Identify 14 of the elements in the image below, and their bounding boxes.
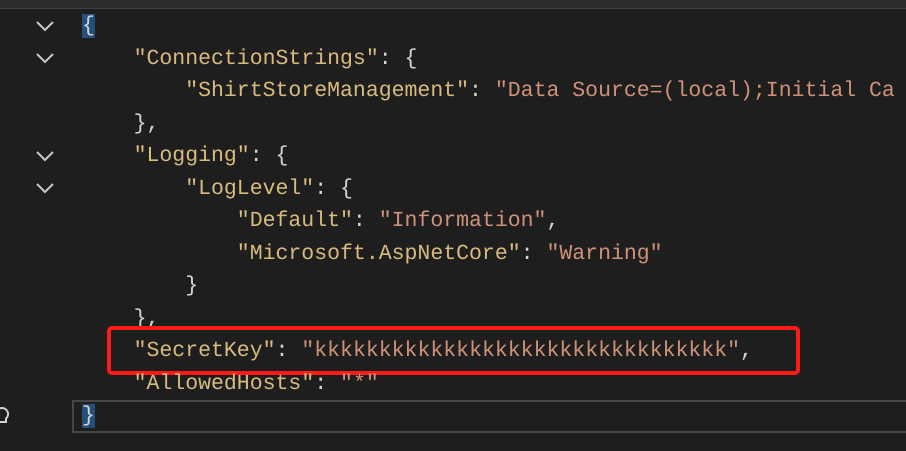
code-line: } [185,274,198,298]
code-line: "Default": "Information", [236,209,560,234]
code-line: "SecretKey": "kkkkkkkkkkkkkkkkkkkkkkkkkkkkkkkk", [134,339,753,364]
code-line: "Logging": { [134,144,288,168]
code-line: "AllowedHosts": "*" [134,372,379,396]
chevron-icon[interactable] [36,20,54,32]
code-line: "ShirtStoreManagement": "Data Source=(local);Initial Ca [185,79,895,104]
chevron-icon[interactable] [36,183,54,194]
chevron-icon[interactable] [36,150,54,162]
chevron-icon[interactable] [36,53,54,64]
code-line: "ConnectionStrings": { [134,46,418,71]
code-line: }, [134,112,160,136]
code-line: "LogLevel": { [185,176,353,201]
code-line: "Microsoft.AspNetCore": "Warning" [236,242,663,266]
